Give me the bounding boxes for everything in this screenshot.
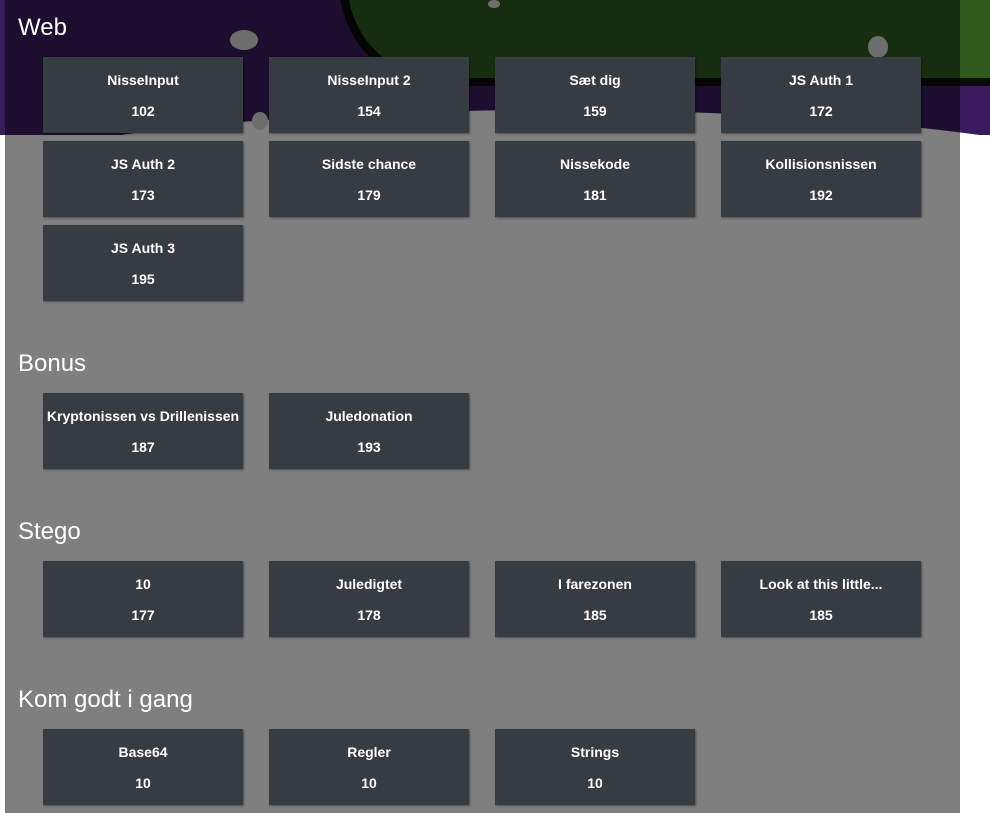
challenge-card[interactable]: Strings 10 — [495, 729, 695, 805]
challenge-name: I farezonen — [558, 576, 632, 592]
challenge-card[interactable]: NisseInput 2 154 — [269, 57, 469, 133]
challenge-points: 192 — [809, 187, 833, 203]
challenge-name: NisseInput — [107, 72, 179, 88]
challenge-points: 178 — [357, 607, 381, 623]
challenge-card[interactable]: Look at this little... 185 — [721, 561, 921, 637]
challenge-points: 187 — [131, 439, 155, 455]
challenge-card[interactable]: 10 177 — [43, 561, 243, 637]
challenge-card[interactable]: Sæt dig 159 — [495, 57, 695, 133]
challenge-points: 102 — [131, 103, 155, 119]
challenge-name: Kryptonissen vs Drillenissen — [46, 408, 240, 424]
challenge-card[interactable]: Juledigtet 178 — [269, 561, 469, 637]
challenge-card[interactable]: Regler 10 — [269, 729, 469, 805]
challenge-name: JS Auth 3 — [110, 240, 176, 256]
challenge-points: 181 — [583, 187, 607, 203]
challenge-points: 185 — [583, 607, 607, 623]
challenge-name: 10 — [135, 576, 151, 592]
challenge-name: Sidste chance — [321, 156, 417, 172]
challenge-name: Look at this little... — [759, 576, 883, 592]
challenge-name: Kollisionsnissen — [765, 156, 877, 172]
challenge-name: Regler — [347, 744, 391, 760]
challenge-points: 10 — [587, 775, 603, 791]
challenge-points: 154 — [357, 103, 381, 119]
challenge-points: 179 — [357, 187, 381, 203]
challenge-name: NisseInput 2 — [327, 72, 411, 88]
challenge-points: 173 — [131, 187, 155, 203]
challenge-card[interactable]: JS Auth 1 172 — [721, 57, 921, 133]
challenge-name: Juledonation — [325, 408, 413, 424]
challenge-name: Base64 — [118, 744, 168, 760]
challenge-name: JS Auth 2 — [110, 156, 176, 172]
challenge-points: 10 — [361, 775, 377, 791]
challenge-card[interactable]: JS Auth 3 195 — [43, 225, 243, 301]
challenge-points: 177 — [131, 607, 155, 623]
challenge-card[interactable]: Nissekode 181 — [495, 141, 695, 217]
challenge-card[interactable]: I farezonen 185 — [495, 561, 695, 637]
challenge-points: 10 — [135, 775, 151, 791]
category-heading: Kom godt i gang — [18, 686, 193, 713]
category-heading: Bonus — [18, 350, 87, 377]
challenge-name: Strings — [570, 744, 620, 760]
challenge-card[interactable]: Base64 10 — [43, 729, 243, 805]
challenge-card[interactable]: JS Auth 2 173 — [43, 141, 243, 217]
challenge-name: Juledigtet — [335, 576, 403, 592]
challenge-card[interactable]: Sidste chance 179 — [269, 141, 469, 217]
challenge-card[interactable]: Juledonation 193 — [269, 393, 469, 469]
challenge-card[interactable]: Kollisionsnissen 192 — [721, 141, 921, 217]
category-heading: Web — [18, 14, 67, 41]
challenge-points: 185 — [809, 607, 833, 623]
challenge-points: 193 — [357, 439, 381, 455]
category-heading: Stego — [18, 518, 81, 545]
challenge-points: 172 — [809, 103, 833, 119]
challenge-card[interactable]: NisseInput 102 — [43, 57, 243, 133]
challenge-name: Sæt dig — [569, 72, 621, 88]
challenge-points: 195 — [131, 271, 155, 287]
challenge-card[interactable]: Kryptonissen vs Drillenissen 187 — [43, 393, 243, 469]
challenge-name: Nissekode — [559, 156, 631, 172]
challenge-name: JS Auth 1 — [788, 72, 854, 88]
challenge-points: 159 — [583, 103, 607, 119]
